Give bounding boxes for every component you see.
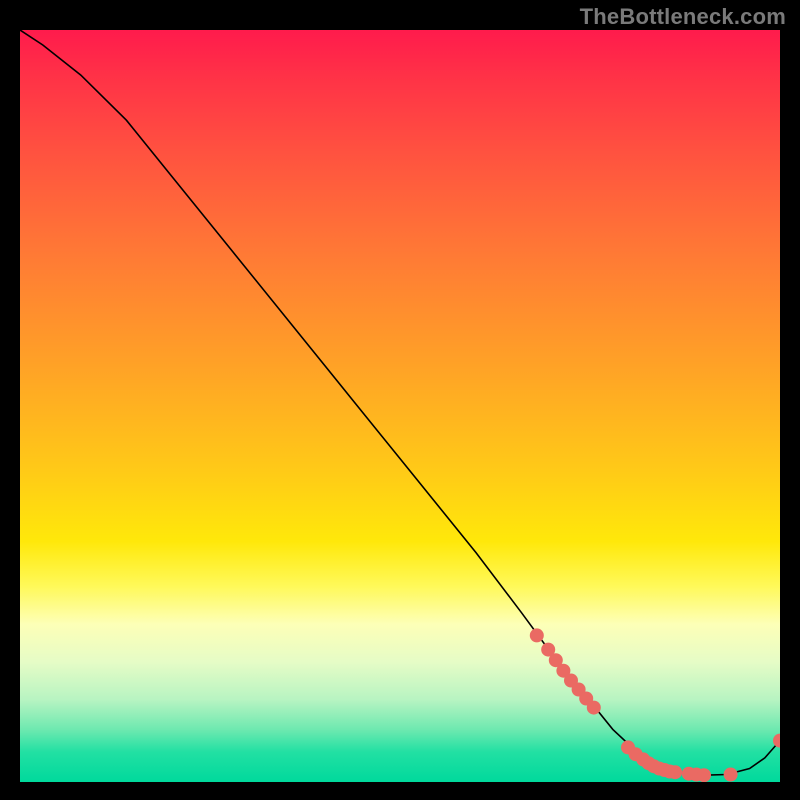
chart-svg <box>20 30 780 782</box>
curve-line <box>20 30 780 775</box>
marker-dot <box>530 628 544 642</box>
plot-area <box>20 30 780 782</box>
marker-dot <box>773 734 780 748</box>
watermark-text: TheBottleneck.com <box>580 4 786 30</box>
marker-dot <box>668 765 682 779</box>
marker-dot <box>587 701 601 715</box>
marker-dots-group <box>530 628 780 782</box>
marker-dot <box>697 768 711 782</box>
chart-frame: TheBottleneck.com <box>0 0 800 800</box>
marker-dot <box>724 768 738 782</box>
